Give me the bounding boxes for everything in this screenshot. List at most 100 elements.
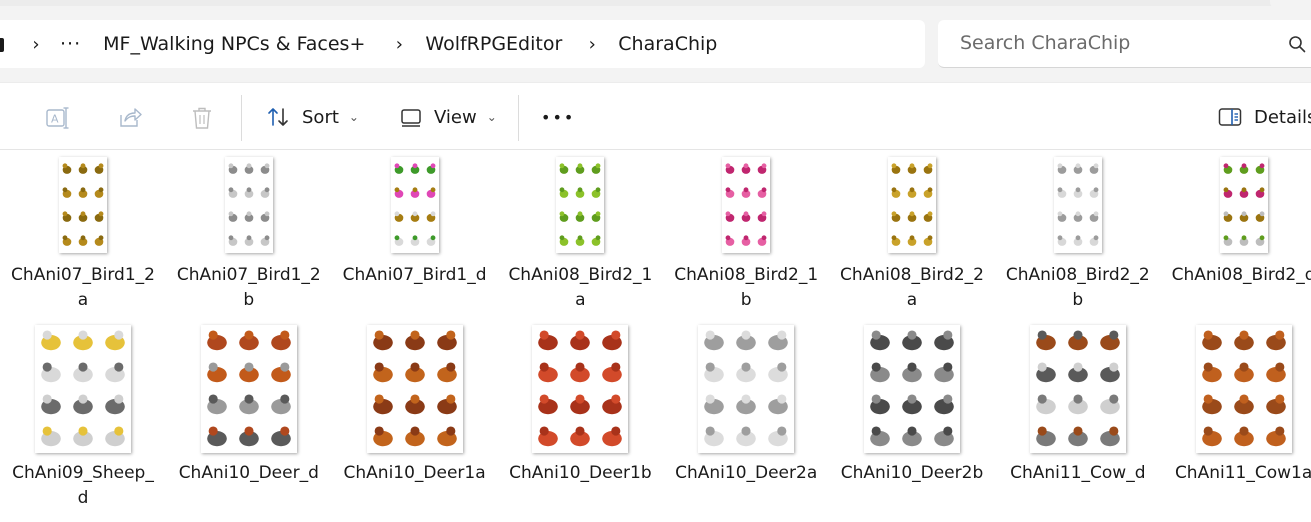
file-item[interactable]: ChAni09_Sheep_ d: [0, 319, 166, 508]
file-name-line: b: [243, 290, 255, 310]
sprite-frame-head: [246, 235, 252, 241]
chevron-down-icon: ⌄: [486, 110, 497, 124]
sprite-frame-head: [611, 362, 621, 372]
sprite-frame-head: [743, 211, 749, 217]
file-item[interactable]: ChAni10_Deer2b: [829, 319, 995, 487]
sprite-frame-head: [1203, 394, 1213, 404]
more-icon: •••: [541, 107, 576, 127]
file-thumbnail[interactable]: [59, 157, 107, 253]
file-name-line: ChAni10_Deer_d: [178, 463, 319, 483]
file-name-line: a: [906, 290, 918, 310]
sprite-sheet-preview: [41, 330, 125, 447]
chevron-right-icon[interactable]: ›: [580, 34, 604, 55]
file-name-line: ChAni07_Bird1_d: [342, 265, 487, 285]
sprite-frame-head: [1057, 211, 1063, 217]
file-thumbnail[interactable]: [35, 325, 131, 453]
breadcrumb-item-wolfrpgeditor[interactable]: WolfRPGEditor: [425, 33, 562, 55]
file-thumbnail[interactable]: [200, 325, 297, 453]
file-thumbnail[interactable]: [390, 157, 439, 253]
sprite-frame-head: [1073, 394, 1083, 404]
file-item[interactable]: ChAni10_Deer1a: [332, 319, 498, 487]
sprite-frame-head: [1259, 235, 1265, 241]
details-pane-button[interactable]: Details: [1218, 83, 1311, 151]
sprite-frame-head: [280, 330, 290, 340]
sprite-frame-head: [575, 394, 585, 404]
breadcrumb[interactable]: › ··· MF_Walking NPCs & Faces+ › WolfRPG…: [0, 20, 925, 68]
sprite-frame-head: [559, 187, 565, 193]
delete-icon[interactable]: [189, 105, 215, 131]
chevron-right-icon[interactable]: ›: [24, 34, 48, 55]
sort-icon: [268, 108, 288, 126]
file-item[interactable]: ChAni08_Bird2_d: [1161, 151, 1311, 319]
view-button[interactable]: View ⌄: [400, 83, 497, 151]
file-thumbnail[interactable]: [1219, 157, 1268, 253]
file-thumbnail[interactable]: [1029, 325, 1126, 453]
share-icon[interactable]: [117, 105, 143, 131]
breadcrumb-overflow-button[interactable]: ···: [60, 33, 81, 55]
file-thumbnail[interactable]: [1053, 157, 1102, 253]
file-item[interactable]: ChAni10_Deer2a: [663, 319, 829, 487]
sprite-frame-head: [264, 187, 270, 193]
file-item[interactable]: ChAni08_Bird2_2 a: [829, 151, 995, 319]
file-name: ChAni08_Bird2_2 b: [995, 263, 1161, 313]
file-thumbnail[interactable]: [224, 157, 273, 253]
sprite-frame-head: [62, 187, 68, 193]
file-item[interactable]: ChAni08_Bird2_2 b: [995, 151, 1161, 319]
file-thumbnail[interactable]: [366, 325, 463, 453]
file-thumbnail[interactable]: [864, 325, 960, 453]
file-thumbnail[interactable]: [532, 325, 629, 453]
file-item[interactable]: ChAni08_Bird2_1 a: [497, 151, 663, 319]
sprite-frame-head: [78, 362, 88, 372]
file-item[interactable]: ChAni11_Cow1a: [1161, 319, 1311, 487]
sort-button[interactable]: Sort ⌄: [266, 83, 359, 151]
file-name-line: ChAni08_Bird2_d: [1171, 265, 1311, 285]
sprite-frame-head: [1037, 330, 1047, 340]
file-thumbnail[interactable]: [888, 157, 936, 253]
breadcrumb-item-mf-walking[interactable]: MF_Walking NPCs & Faces+: [103, 33, 365, 55]
sprite-frame-head: [412, 235, 418, 241]
sprite-frame-head: [62, 235, 68, 241]
file-thumbnail[interactable]: [698, 325, 795, 453]
sprite-frame-head: [927, 235, 933, 241]
file-item[interactable]: ChAni07_Bird1_2 a: [0, 151, 166, 319]
search-input[interactable]: Search CharaChip: [938, 20, 1311, 68]
sprite-frame-head: [445, 394, 455, 404]
file-item[interactable]: ChAni11_Cow_d: [995, 319, 1161, 487]
search-icon[interactable]: [1288, 35, 1306, 53]
sprite-frame-head: [1109, 394, 1119, 404]
file-item[interactable]: ChAni10_Deer1b: [497, 319, 663, 487]
sprite-frame-head: [725, 235, 731, 241]
file-item[interactable]: ChAni10_Deer_d: [166, 319, 332, 487]
sprite-frame-head: [264, 163, 270, 169]
file-name-line: ChAni10_Deer1a: [343, 463, 486, 483]
file-item[interactable]: ChAni08_Bird2_1 b: [663, 151, 829, 319]
file-item[interactable]: ChAni07_Bird1_d: [332, 151, 498, 319]
sprite-frame-head: [244, 362, 254, 372]
file-name-line: ChAni11_Cow_d: [1010, 463, 1146, 483]
sprite-frame-head: [1093, 235, 1099, 241]
sprite-frame-head: [575, 330, 585, 340]
rename-icon[interactable]: A: [45, 105, 71, 131]
sprite-frame-head: [264, 211, 270, 217]
sprite-frame-head: [907, 426, 917, 436]
sprite-frame-head: [871, 330, 881, 340]
sprite-frame-head: [246, 211, 252, 217]
sprite-frame-head: [943, 330, 953, 340]
sprite-frame-head: [705, 362, 715, 372]
file-item[interactable]: ChAni07_Bird1_2 b: [166, 151, 332, 319]
sprite-frame-head: [98, 187, 104, 193]
breadcrumb-item-charachip[interactable]: CharaChip: [618, 33, 717, 55]
file-thumbnail[interactable]: [1195, 325, 1292, 453]
file-thumbnail[interactable]: [722, 157, 771, 253]
more-options-button[interactable]: •••: [541, 83, 575, 151]
sprite-frame-head: [98, 163, 104, 169]
sprite-frame-head: [208, 362, 218, 372]
sprite-frame-head: [777, 426, 787, 436]
file-thumbnail[interactable]: [556, 157, 605, 253]
chevron-right-icon[interactable]: ›: [387, 34, 411, 55]
sprite-frame-head: [540, 394, 550, 404]
search-placeholder: Search CharaChip: [960, 32, 1131, 54]
sprite-frame-head: [1274, 362, 1284, 372]
sprite-frame-head: [611, 394, 621, 404]
sprite-frame-head: [374, 362, 384, 372]
